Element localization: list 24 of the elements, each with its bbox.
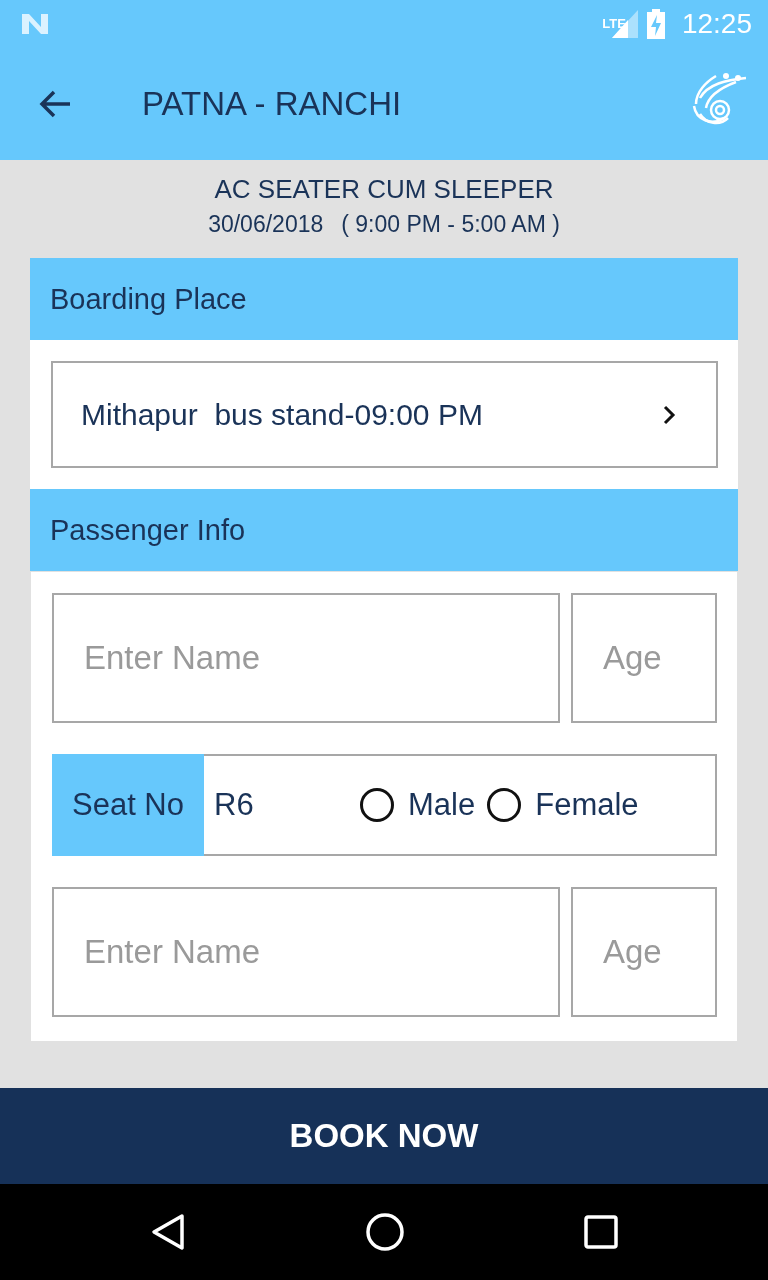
age-field[interactable]: Age: [571, 593, 717, 723]
battery-charging-icon: [645, 9, 666, 39]
travel-time: ( 9:00 PM - 5:00 AM ): [341, 211, 560, 238]
home-icon[interactable]: [365, 1212, 405, 1252]
status-time: 12:25: [681, 8, 752, 40]
chevron-right-icon: [662, 404, 676, 425]
recents-icon[interactable]: [584, 1215, 619, 1249]
gender-radio[interactable]: Female: [487, 787, 639, 823]
network-type: LTE: [602, 16, 626, 31]
notification-icon: [20, 12, 50, 36]
name-field[interactable]: Enter Name: [52, 887, 560, 1017]
name-field[interactable]: Enter Name: [52, 593, 560, 723]
route-title: PATNA - RANCHI: [142, 85, 403, 123]
seat-label: Seat No: [52, 754, 204, 856]
travel-date: 30/06/2018: [208, 211, 324, 238]
back-icon[interactable]: [149, 1213, 186, 1251]
age-field[interactable]: Age: [571, 887, 717, 1017]
gender-radio[interactable]: Male: [360, 787, 476, 823]
bus-type: AC SEATER CUM SLEEPER: [214, 174, 554, 205]
section-header: Passenger Info: [30, 489, 738, 571]
book-now-button[interactable]: BOOK NOW: [0, 1088, 768, 1184]
seat-number: R6: [214, 787, 255, 823]
section-header: Boarding Place: [30, 258, 738, 340]
boarding-place-selector[interactable]: Mithapur bus stand-09:00 PM: [51, 361, 718, 468]
